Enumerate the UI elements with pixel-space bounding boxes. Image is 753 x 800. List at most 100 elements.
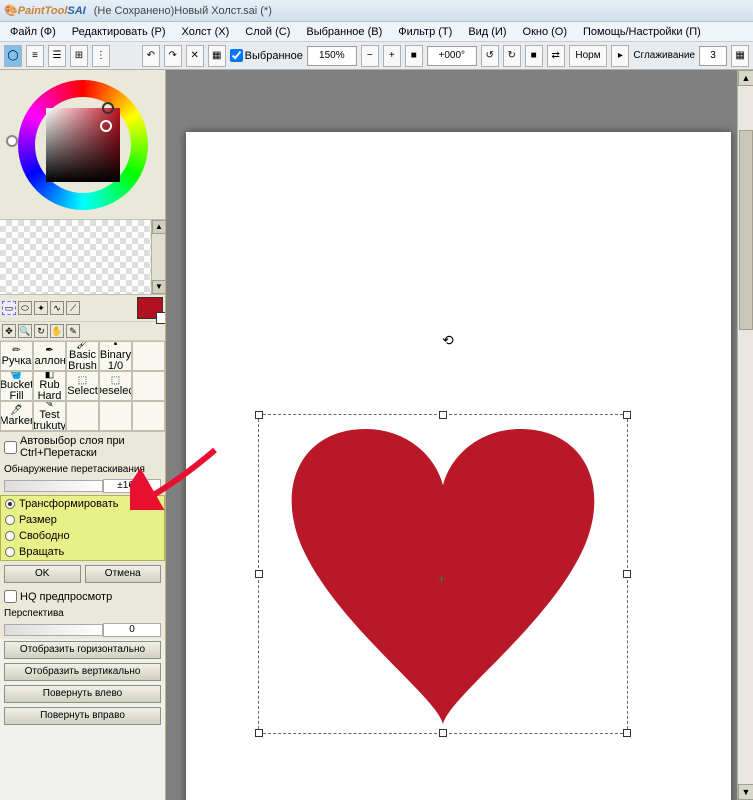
scroll-up-icon[interactable]: ▲ bbox=[738, 70, 753, 86]
brush-empty-3[interactable] bbox=[66, 401, 99, 431]
menu-view[interactable]: Вид (И) bbox=[462, 24, 512, 40]
handle-w[interactable] bbox=[255, 570, 263, 578]
canvas-area[interactable]: ⟲ + ▲ ▼ bbox=[166, 70, 753, 800]
sv-handle[interactable] bbox=[100, 120, 112, 132]
center-cross-icon: + bbox=[438, 572, 445, 586]
perspective-slider[interactable]: 0 bbox=[0, 621, 165, 639]
toolbar-btn-5[interactable]: ⋮ bbox=[92, 45, 110, 67]
scroll-thumb[interactable] bbox=[739, 130, 753, 330]
toolbar: ◯ ≡ ☰ ⊞ ⋮ ↶ ↷ ✕ ▦ Выбранное − + ■ ↺ ↻ ■ … bbox=[0, 42, 753, 70]
rotate-cw-icon[interactable]: ↻ bbox=[503, 45, 521, 67]
canvas[interactable]: ⟲ + bbox=[186, 132, 731, 800]
nav-tools: ✥ 🔍 ↻ ✋ ✎ bbox=[0, 322, 165, 341]
flip-v-button[interactable]: Отобразить вертикально bbox=[4, 663, 161, 681]
invert-icon[interactable]: ▦ bbox=[208, 45, 226, 67]
radio-size[interactable]: Размер bbox=[1, 512, 164, 528]
rotate-icon[interactable]: ↻ bbox=[34, 324, 48, 338]
toolbar-btn-4[interactable]: ⊞ bbox=[70, 45, 88, 67]
drag-detect-slider[interactable]: ±16pix bbox=[0, 477, 165, 495]
color-wheel[interactable] bbox=[0, 70, 165, 220]
zoom-input[interactable] bbox=[307, 46, 357, 66]
ok-button[interactable]: OK bbox=[4, 565, 81, 583]
handle-sw[interactable] bbox=[255, 729, 263, 737]
brush-select[interactable]: ⬚Select bbox=[66, 371, 99, 401]
tool-b-icon[interactable]: ⟋ bbox=[66, 301, 80, 315]
toolbar-last-icon[interactable]: ▦ bbox=[731, 45, 749, 67]
handle-n[interactable] bbox=[439, 411, 447, 419]
radio-rotate[interactable]: Вращать bbox=[1, 544, 164, 560]
zoom-in-icon[interactable]: + bbox=[383, 45, 401, 67]
menu-layer[interactable]: Слой (С) bbox=[239, 24, 296, 40]
menu-edit[interactable]: Редактировать (Р) bbox=[66, 24, 172, 40]
scroll-up-icon[interactable]: ▲ bbox=[152, 220, 166, 234]
swatch-area[interactable]: ▲ ▼ bbox=[0, 220, 165, 295]
rotate-ccw-icon[interactable]: ↺ bbox=[481, 45, 499, 67]
rect-select-icon[interactable]: ▭ bbox=[2, 301, 16, 315]
handle-s[interactable] bbox=[439, 729, 447, 737]
brush-test[interactable]: ✎Test trukuty bbox=[33, 401, 66, 431]
handle-e[interactable] bbox=[623, 570, 631, 578]
brush-empty-2[interactable] bbox=[132, 371, 165, 401]
radio-free[interactable]: Свободно bbox=[1, 528, 164, 544]
brush-empty-4[interactable] bbox=[99, 401, 132, 431]
redo-icon[interactable]: ↷ bbox=[164, 45, 182, 67]
canvas-vscrollbar[interactable]: ▲ ▼ bbox=[737, 70, 753, 800]
brush-bucket[interactable]: 🪣Bucket Fill bbox=[0, 371, 33, 401]
menu-help[interactable]: Помощь/Настройки (П) bbox=[577, 24, 707, 40]
rotate-left-button[interactable]: Повернуть влево bbox=[4, 685, 161, 703]
brush-airbrush[interactable]: ✒Баллонч bbox=[33, 341, 66, 371]
brush-empty-1[interactable] bbox=[132, 341, 165, 371]
radio-transform[interactable]: Трансформировать bbox=[1, 496, 164, 512]
angle-input[interactable] bbox=[427, 46, 477, 66]
zoom-fit-icon[interactable]: ■ bbox=[405, 45, 423, 67]
zoom-out-icon[interactable]: − bbox=[361, 45, 379, 67]
picker-icon[interactable]: ✎ bbox=[66, 324, 80, 338]
tool-a-icon[interactable]: ∿ bbox=[50, 301, 64, 315]
drag-detect-label: Обнаружение перетаскивания bbox=[0, 462, 165, 477]
color-swatch[interactable] bbox=[137, 297, 163, 319]
scroll-down-icon[interactable]: ▼ bbox=[152, 280, 166, 294]
toolbar-btn-3[interactable]: ☰ bbox=[48, 45, 66, 67]
perspective-label: Перспектива bbox=[0, 606, 165, 621]
toolbar-btn-2[interactable]: ≡ bbox=[26, 45, 44, 67]
handle-se[interactable] bbox=[623, 729, 631, 737]
hq-preview-checkbox[interactable]: HQ предпросмотр bbox=[0, 587, 165, 606]
brush-empty-5[interactable] bbox=[132, 401, 165, 431]
mode-button[interactable]: Норм bbox=[569, 45, 608, 67]
reset-angle-icon[interactable]: ■ bbox=[525, 45, 543, 67]
undo-icon[interactable]: ↶ bbox=[142, 45, 160, 67]
sv-picker[interactable] bbox=[46, 108, 120, 182]
brush-deselect[interactable]: ⬚Deselect bbox=[99, 371, 132, 401]
menu-file[interactable]: Файл (Ф) bbox=[4, 24, 62, 40]
hand-icon[interactable]: ✋ bbox=[50, 324, 64, 338]
move-icon[interactable]: ✥ bbox=[2, 324, 16, 338]
hue-handle[interactable] bbox=[102, 102, 114, 114]
wand-icon[interactable]: ✦ bbox=[34, 301, 48, 315]
flip-icon[interactable]: ⇄ bbox=[547, 45, 565, 67]
brush-marker[interactable]: 🖊Marker bbox=[0, 401, 33, 431]
scroll-down-icon[interactable]: ▼ bbox=[738, 784, 753, 800]
menu-window[interactable]: Окно (О) bbox=[517, 24, 574, 40]
smoothing-input[interactable] bbox=[699, 46, 727, 66]
menu-canvas[interactable]: Холст (Х) bbox=[176, 24, 236, 40]
lasso-icon[interactable]: ⬭ bbox=[18, 301, 32, 315]
cancel-button[interactable]: Отмена bbox=[85, 565, 162, 583]
menu-filter[interactable]: Фильтр (Т) bbox=[392, 24, 458, 40]
mode-next-icon[interactable]: ▸ bbox=[611, 45, 629, 67]
toolbar-btn-1[interactable]: ◯ bbox=[4, 45, 22, 67]
brush-binary[interactable]: ▪Binary 1/0 bbox=[99, 341, 132, 371]
brush-pen[interactable]: ✏Ручка bbox=[0, 341, 33, 371]
deselect-icon[interactable]: ✕ bbox=[186, 45, 204, 67]
flip-h-button[interactable]: Отобразить горизонтально bbox=[4, 641, 161, 659]
autoselect-checkbox[interactable]: Автовыбор слоя при Ctrl+Перетаски bbox=[0, 432, 165, 462]
brush-rubhard[interactable]: ◧Rub Hard bbox=[33, 371, 66, 401]
zoom-icon[interactable]: 🔍 bbox=[18, 324, 32, 338]
swatch-scrollbar[interactable]: ▲ ▼ bbox=[151, 220, 165, 294]
brush-basic[interactable]: 🖌Basic Brush bbox=[66, 341, 99, 371]
brush-grid: ✏Ручка ✒Баллонч 🖌Basic Brush ▪Binary 1/0… bbox=[0, 341, 165, 432]
selected-checkbox[interactable]: Выбранное bbox=[230, 49, 303, 62]
menu-select[interactable]: Выбранное (В) bbox=[300, 24, 388, 40]
handle-nw[interactable] bbox=[255, 411, 263, 419]
handle-ne[interactable] bbox=[623, 411, 631, 419]
rotate-right-button[interactable]: Повернуть вправо bbox=[4, 707, 161, 725]
